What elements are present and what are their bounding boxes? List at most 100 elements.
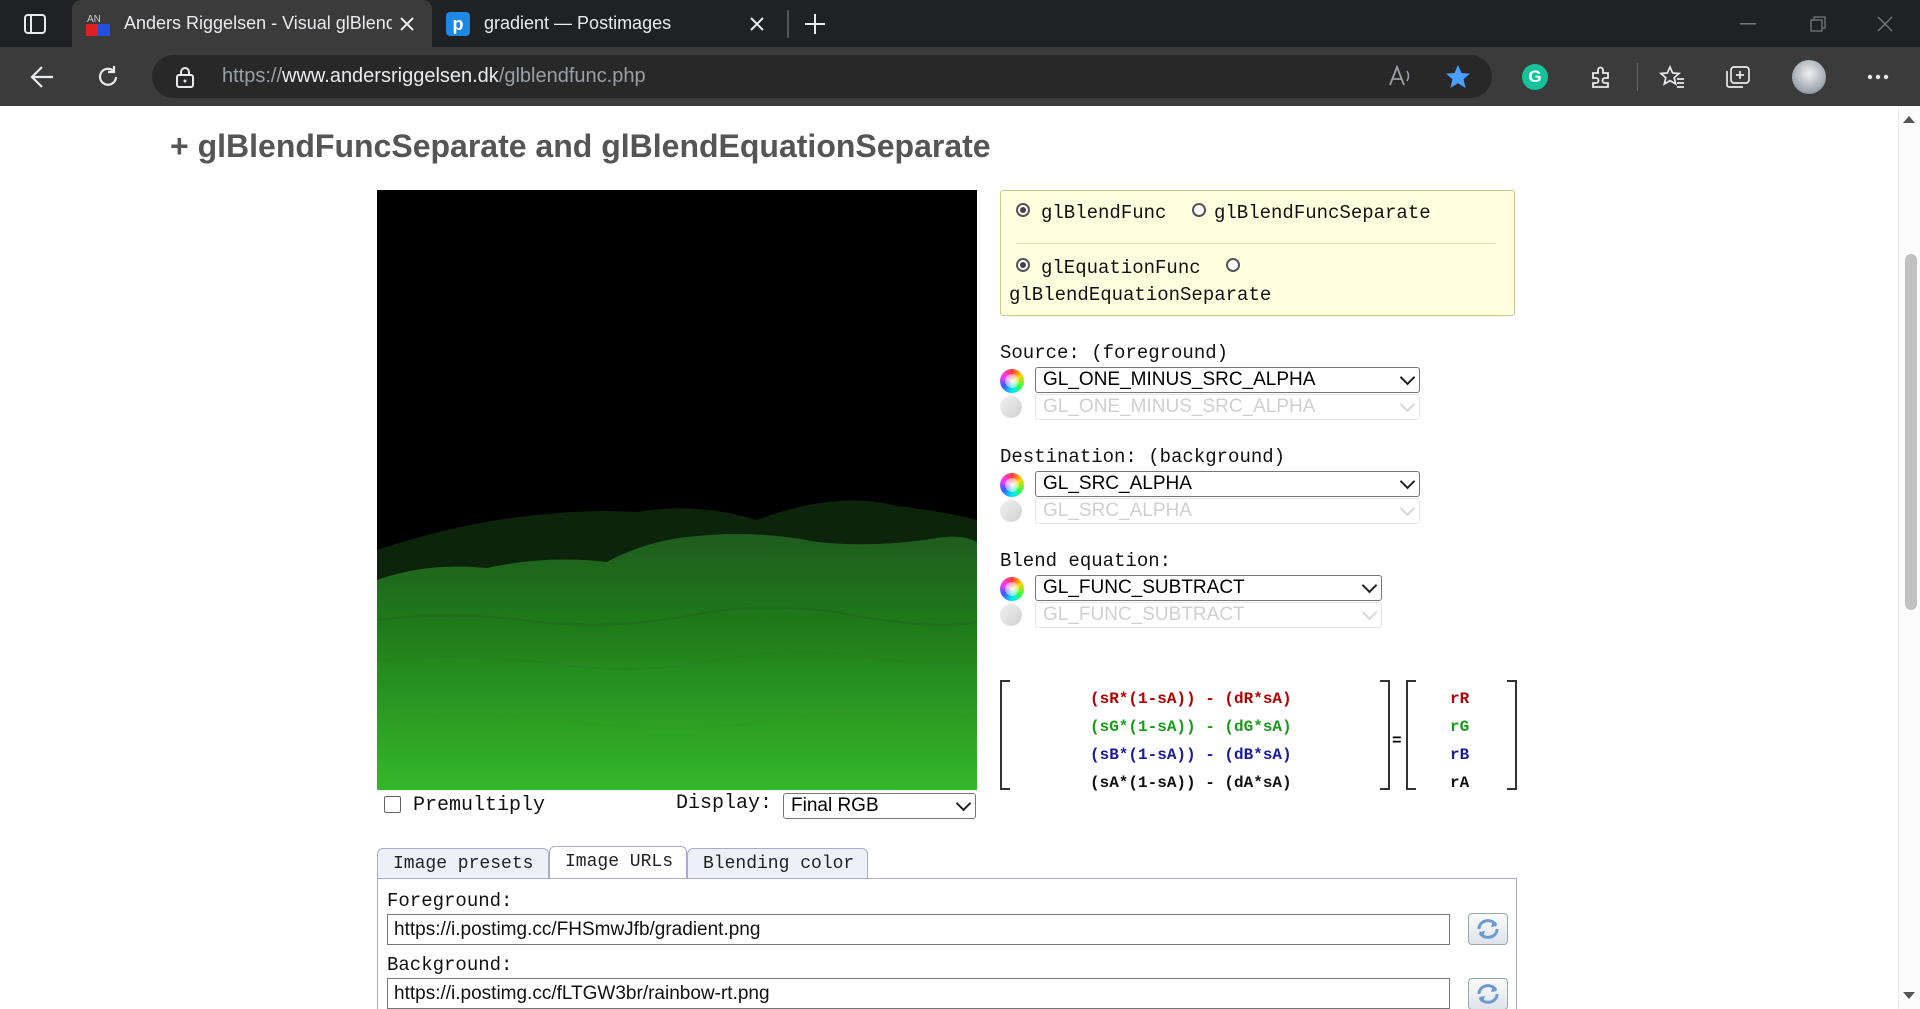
chevron-down-icon bbox=[955, 795, 972, 812]
destination-label: Destination: (background) bbox=[1000, 446, 1286, 468]
source-rgb-select[interactable]: GL_ONE_MINUS_SRC_ALPHA bbox=[1035, 367, 1420, 393]
mode-divider bbox=[1016, 243, 1496, 244]
result-alpha: rA bbox=[1450, 774, 1470, 792]
url-path: /glblendfunc.php bbox=[498, 65, 646, 87]
tab-title: gradient — Postimages bbox=[484, 13, 672, 33]
alpha-wheel-icon bbox=[1000, 500, 1022, 522]
formula-green: (sG*(1-sA)) - (dG*sA) bbox=[1090, 718, 1292, 736]
result-red: rR bbox=[1450, 690, 1470, 708]
scrollbar-thumb[interactable] bbox=[1905, 254, 1917, 610]
read-aloud-icon[interactable] bbox=[1388, 64, 1414, 92]
source-label: Source: (foreground) bbox=[1000, 342, 1229, 364]
equation-rgb-value: GL_FUNC_SUBTRACT bbox=[1043, 577, 1245, 598]
extensions-icon[interactable] bbox=[1582, 58, 1620, 96]
matrix-bracket-left bbox=[1000, 680, 1010, 790]
alpha-wheel-icon bbox=[1000, 604, 1022, 626]
destination-rgb-select[interactable]: GL_SRC_ALPHA bbox=[1035, 471, 1420, 497]
radio-glequationfunc[interactable] bbox=[1016, 258, 1030, 272]
favorites-icon[interactable] bbox=[1653, 58, 1691, 96]
toolbar-divider bbox=[1637, 63, 1638, 91]
blend-equation-label: Blend equation: bbox=[1000, 550, 1172, 572]
chevron-down-icon bbox=[1361, 604, 1378, 621]
source-alpha-value: GL_ONE_MINUS_SRC_ALPHA bbox=[1043, 396, 1316, 417]
blend-preview-canvas bbox=[377, 190, 977, 790]
page-content: + glBlendFuncSeparate and glBlendEquatio… bbox=[0, 106, 1898, 1009]
display-label: Display: bbox=[676, 792, 773, 815]
premultiply-checkbox[interactable] bbox=[384, 796, 401, 814]
equation-rgb-select[interactable]: GL_FUNC_SUBTRACT bbox=[1035, 575, 1382, 601]
scroll-up-arrow-icon[interactable] bbox=[1903, 116, 1915, 123]
tab-image-presets[interactable]: Image presets bbox=[377, 848, 549, 878]
foreground-reload-button[interactable] bbox=[1468, 913, 1508, 945]
tab-blending-color[interactable]: Blending color bbox=[687, 848, 868, 878]
terrain-render bbox=[377, 190, 977, 790]
background-url-input[interactable]: https://i.postimg.cc/fLTGW3br/rainbow-rt… bbox=[387, 978, 1450, 1009]
formula-red: (sR*(1-sA)) - (dR*sA) bbox=[1090, 690, 1292, 708]
favorite-star-icon[interactable] bbox=[1445, 64, 1471, 94]
tab-separator bbox=[787, 10, 789, 38]
grammarly-icon[interactable]: G bbox=[1516, 58, 1554, 96]
postimages-favicon-icon: p bbox=[446, 11, 470, 36]
background-label: Background: bbox=[387, 954, 513, 976]
tab-strip: AN Anders Riggelsen - Visual glBlendFunc… bbox=[0, 0, 1920, 47]
foreground-label: Foreground: bbox=[387, 890, 513, 912]
reload-icon bbox=[1477, 984, 1499, 1004]
back-icon[interactable] bbox=[22, 57, 62, 97]
toolbar: https://www.andersriggelsen.dk/glblendfu… bbox=[0, 47, 1920, 106]
blend-formula: (sR*(1-sA)) - (dR*sA) (sG*(1-sA)) - (dG*… bbox=[1000, 680, 1517, 792]
matrix-bracket-right bbox=[1380, 680, 1390, 790]
formula-equals: = bbox=[1392, 732, 1402, 750]
tab-image-urls[interactable]: Image URLs bbox=[549, 846, 687, 880]
foreground-url-input[interactable]: https://i.postimg.cc/FHSmwJfb/gradient.p… bbox=[387, 914, 1450, 945]
chevron-down-icon bbox=[1399, 369, 1416, 386]
section-title[interactable]: + glBlendFuncSeparate and glBlendEquatio… bbox=[170, 128, 991, 165]
display-select[interactable]: Final RGB bbox=[783, 793, 976, 819]
tab-anders-riggelsen[interactable]: AN Anders Riggelsen - Visual glBlendFunc… bbox=[72, 0, 432, 47]
result-bracket-right bbox=[1507, 680, 1517, 790]
restore-icon[interactable] bbox=[1783, 0, 1853, 47]
radio-glblendfunc[interactable] bbox=[1016, 203, 1030, 217]
tab-title: Anders Riggelsen - Visual glBlendFunc + … bbox=[124, 13, 392, 33]
label-glequationfunc: glEquationFunc bbox=[1041, 257, 1201, 279]
rgb-color-wheel-icon bbox=[1000, 369, 1024, 393]
formula-alpha: (sA*(1-sA)) - (dA*sA) bbox=[1090, 774, 1292, 792]
blend-mode-panel: glBlendFunc glBlendFuncSeparate glEquati… bbox=[1000, 190, 1515, 316]
label-glblendfunc: glBlendFunc bbox=[1041, 202, 1167, 224]
close-tab-icon[interactable] bbox=[392, 9, 422, 39]
collections-icon[interactable] bbox=[1719, 58, 1757, 96]
minimize-icon[interactable] bbox=[1713, 0, 1783, 47]
chevron-down-icon bbox=[1399, 396, 1416, 413]
refresh-icon[interactable] bbox=[88, 57, 128, 97]
premultiply-label: Premultiply bbox=[413, 794, 546, 817]
url-scheme: https:// bbox=[222, 65, 283, 87]
page-scrollbar[interactable] bbox=[1898, 106, 1920, 1009]
label-glblendequationseparate: glBlendEquationSeparate bbox=[1009, 284, 1272, 306]
display-select-value: Final RGB bbox=[791, 795, 879, 816]
close-tab-icon[interactable] bbox=[742, 9, 772, 39]
source-rgb-value: GL_ONE_MINUS_SRC_ALPHA bbox=[1043, 369, 1316, 390]
favicon-text: AN bbox=[87, 14, 101, 25]
new-tab-icon[interactable] bbox=[798, 8, 832, 40]
rgb-color-wheel-icon bbox=[1000, 473, 1024, 497]
chevron-down-icon bbox=[1399, 500, 1416, 517]
equation-alpha-select: GL_FUNC_SUBTRACT bbox=[1035, 602, 1382, 628]
scroll-down-arrow-icon[interactable] bbox=[1903, 992, 1915, 999]
equation-alpha-value: GL_FUNC_SUBTRACT bbox=[1043, 604, 1245, 625]
profile-avatar[interactable] bbox=[1789, 58, 1829, 96]
url-text: https://www.andersriggelsen.dk/glblendfu… bbox=[222, 55, 646, 98]
lock-icon bbox=[176, 66, 194, 93]
address-bar[interactable]: https://www.andersriggelsen.dk/glblendfu… bbox=[152, 55, 1492, 98]
tab-postimages[interactable]: p gradient — Postimages bbox=[432, 0, 782, 47]
radio-glblendfuncseparate[interactable] bbox=[1192, 203, 1206, 217]
formula-blue: (sB*(1-sA)) - (dB*sA) bbox=[1090, 746, 1292, 764]
background-reload-button[interactable] bbox=[1468, 978, 1508, 1009]
rgb-color-wheel-icon bbox=[1000, 577, 1024, 601]
result-green: rG bbox=[1450, 718, 1470, 736]
result-blue: rB bbox=[1450, 746, 1470, 764]
radio-glblendequationseparate[interactable] bbox=[1226, 258, 1240, 272]
site-favicon-icon: AN bbox=[86, 12, 110, 36]
close-window-icon[interactable] bbox=[1850, 0, 1920, 47]
more-menu-icon[interactable] bbox=[1859, 58, 1897, 96]
premultiply-control[interactable]: Premultiply bbox=[384, 794, 545, 817]
tab-actions-icon[interactable] bbox=[12, 10, 58, 38]
